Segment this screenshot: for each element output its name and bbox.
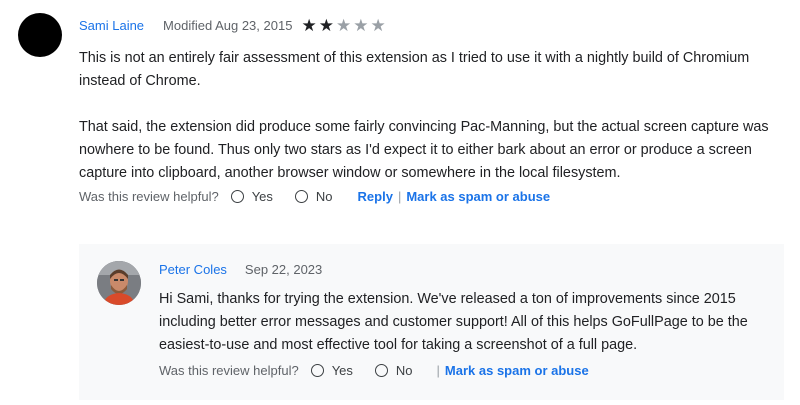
star-filled-icon: ★: [318, 16, 334, 35]
review-paragraph: That said, the extension did produce som…: [79, 119, 769, 181]
developer-avatar: [97, 261, 141, 305]
star-empty-icon: ★: [353, 16, 369, 35]
separator: |: [397, 189, 402, 204]
review-header: Sami Laine Modified Aug 23, 2015 ★ ★ ★ ★…: [79, 17, 386, 34]
review-helpful-row: Was this review helpful? Yes No Reply | …: [79, 189, 550, 204]
reviewer-name[interactable]: Sami Laine: [79, 18, 144, 33]
reply-helpful-row: Was this review helpful? Yes No | Mark a…: [159, 363, 589, 378]
radio-unchecked-icon[interactable]: [374, 364, 388, 377]
review-body: This is not an entirely fair assessment …: [79, 47, 784, 185]
separator: |: [436, 363, 440, 378]
yes-label: Yes: [251, 189, 273, 204]
reviewer-avatar: [18, 13, 62, 57]
reply-link[interactable]: Reply: [358, 189, 393, 204]
radio-unchecked-icon[interactable]: [230, 190, 244, 203]
rating-stars: ★ ★ ★ ★ ★: [301, 17, 385, 34]
developer-name[interactable]: Peter Coles: [159, 262, 227, 277]
helpful-yes-option[interactable]: Yes: [230, 189, 273, 204]
developer-avatar-image: [97, 261, 141, 305]
developer-reply: Peter Coles Sep 22, 2023 Hi Sami, thanks…: [79, 244, 784, 400]
radio-unchecked-icon[interactable]: [310, 364, 324, 377]
reply-body: Hi Sami, thanks for trying the extension…: [159, 291, 748, 353]
no-label: No: [315, 189, 333, 204]
review-paragraph: This is not an entirely fair assessment …: [79, 50, 750, 89]
star-empty-icon: ★: [335, 16, 352, 35]
star-empty-icon: ★: [370, 16, 386, 35]
mark-spam-link[interactable]: Mark as spam or abuse: [406, 189, 550, 204]
no-label: No: [395, 363, 413, 378]
star-filled-icon: ★: [301, 16, 317, 35]
helpful-no-option[interactable]: No: [374, 363, 413, 378]
yes-label: Yes: [331, 363, 353, 378]
radio-unchecked-icon[interactable]: [294, 190, 308, 203]
reply-header: Peter Coles Sep 22, 2023: [159, 262, 322, 277]
helpful-yes-option[interactable]: Yes: [310, 363, 353, 378]
mark-spam-link[interactable]: Mark as spam or abuse: [445, 363, 589, 378]
review-modified-date: Modified Aug 23, 2015: [163, 18, 293, 33]
helpful-no-option[interactable]: No: [294, 189, 333, 204]
helpful-prompt: Was this review helpful?: [79, 189, 219, 204]
reply-date: Sep 22, 2023: [244, 262, 323, 277]
helpful-prompt: Was this review helpful?: [159, 363, 299, 378]
